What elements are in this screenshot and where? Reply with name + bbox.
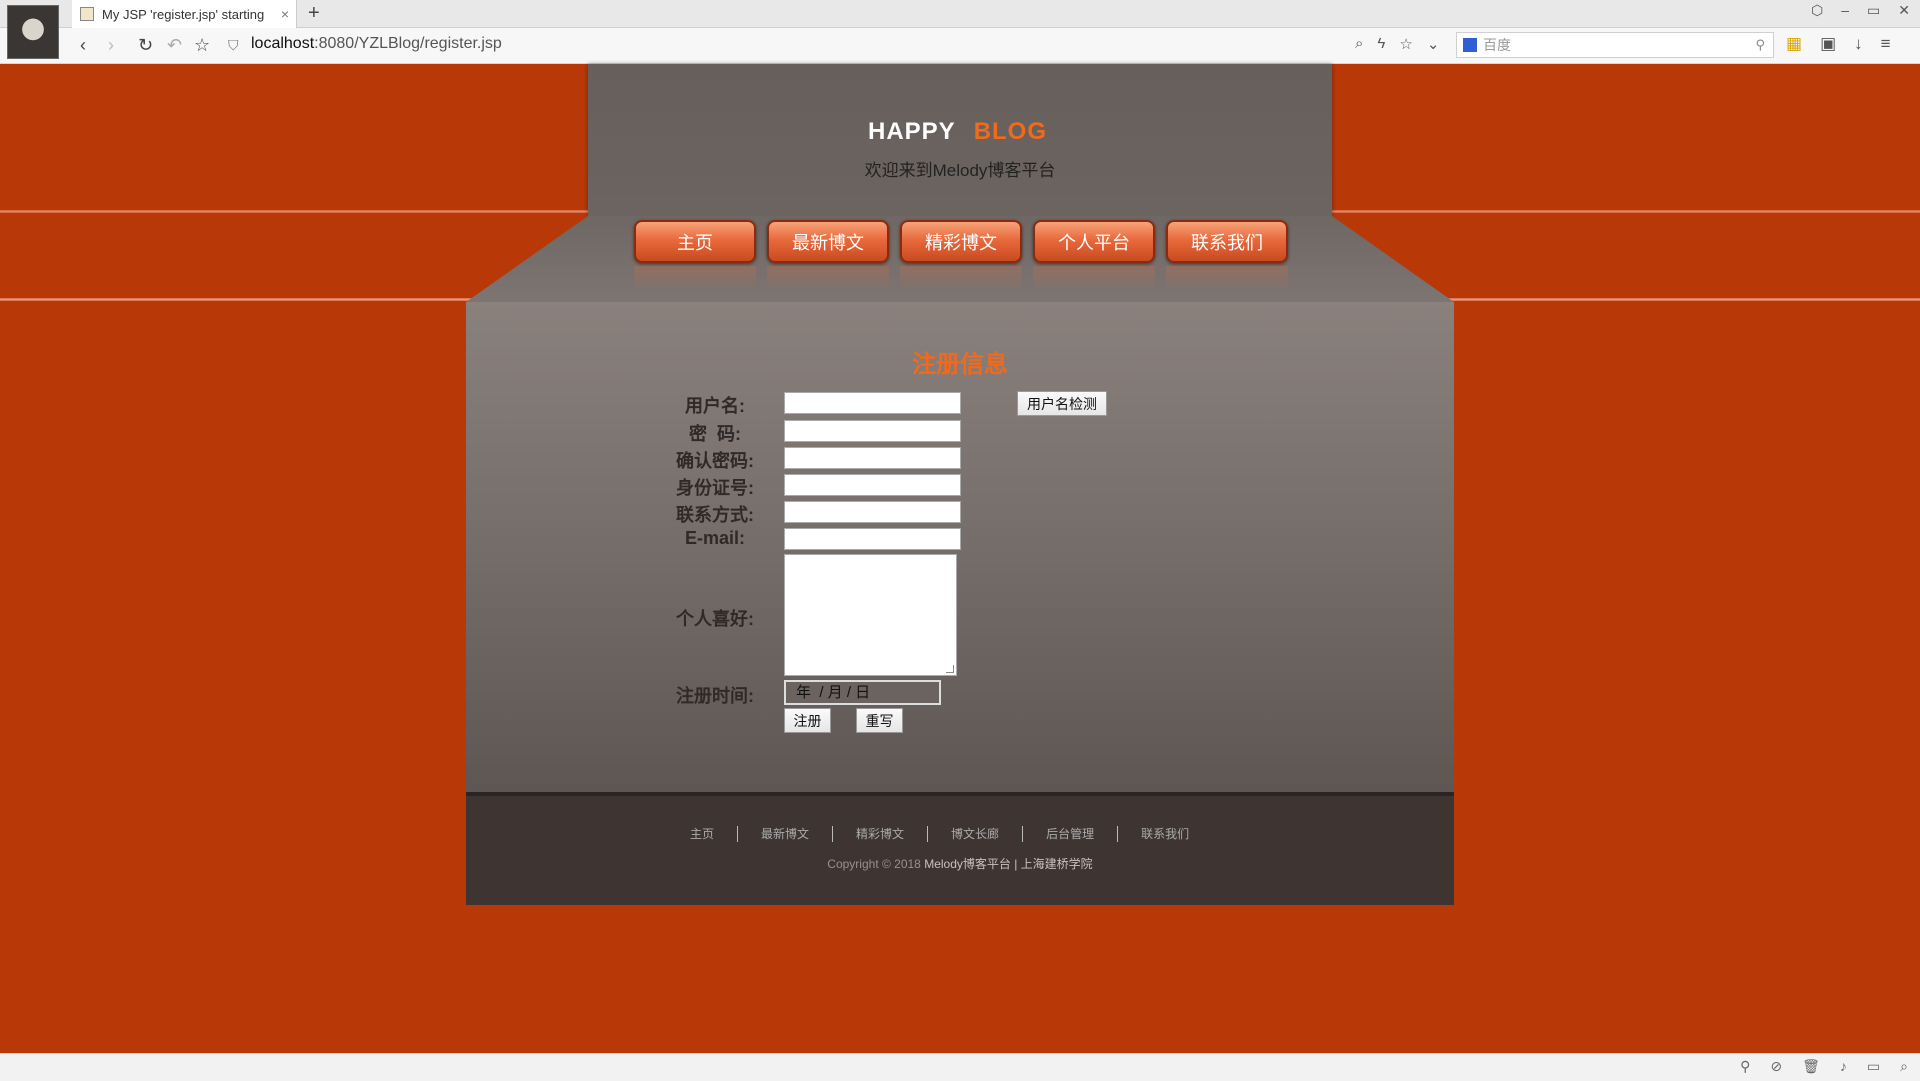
register-button[interactable]: 注册 xyxy=(784,708,831,733)
footer-link-gallery[interactable]: 博文长廊 xyxy=(951,825,999,842)
dropdown-icon[interactable]: ⌄ xyxy=(1427,35,1440,53)
shield-icon: ⛉ xyxy=(228,37,239,53)
lightning-icon[interactable]: ϟ xyxy=(1377,35,1385,53)
browser-toolbar: ‹ › ↻ ↶ ☆ ⛉ localhost:8080/YZLBlog/regis… xyxy=(0,28,1920,64)
speaker-icon[interactable]: ♪ xyxy=(1840,1058,1847,1075)
divider xyxy=(1117,825,1119,842)
shirt-icon[interactable]: ⬡ xyxy=(1811,2,1823,19)
footer-link-contact[interactable]: 联系我们 xyxy=(1141,825,1189,842)
divider xyxy=(1022,825,1024,842)
menu-item-featured[interactable]: 精彩博文 xyxy=(900,220,1022,263)
zoom-icon[interactable]: ⌕ xyxy=(1355,35,1363,53)
reflection xyxy=(1033,266,1155,292)
footer-link-featured[interactable]: 精彩博文 xyxy=(856,825,904,842)
reset-button[interactable]: 重写 xyxy=(856,708,903,733)
logo-blog: BLOG xyxy=(973,118,1048,145)
browser-status-bar: ⚲ ⊘ 🗑 ♪ ▭ ⌕ xyxy=(0,1053,1920,1081)
minimize-icon[interactable]: – xyxy=(1841,2,1849,19)
email-label: E-mail: xyxy=(684,528,745,548)
site-tagline: 欢迎来到Melody博客平台 xyxy=(864,161,1056,180)
menu-icon[interactable]: ≡ xyxy=(1881,34,1891,54)
toolbar-right-icons: ▦ ▣ ↓ ≡ xyxy=(1786,34,1891,54)
footer-link-latest[interactable]: 最新博文 xyxy=(761,825,809,842)
reflection xyxy=(900,266,1022,292)
copyright: Copyright © 2018 Melody博客平台 | 上海建桥学院 xyxy=(760,855,1160,872)
username-field[interactable] xyxy=(784,392,961,414)
search-icon[interactable]: ⚲ xyxy=(1755,37,1765,53)
close-tab-icon[interactable]: × xyxy=(274,6,296,22)
divider xyxy=(737,825,739,842)
confirm-password-label: 确认密码: xyxy=(676,451,754,471)
register-date-label: 注册时间: xyxy=(676,686,754,706)
logo-happy: HAPPY xyxy=(868,118,956,145)
menu-item-home[interactable]: 主页 xyxy=(634,220,756,263)
form-title: 注册信息 xyxy=(912,351,1008,378)
menu-item-latest[interactable]: 最新博文 xyxy=(767,220,889,263)
search-engine-icon[interactable] xyxy=(1463,38,1477,52)
menu-item-personal[interactable]: 个人平台 xyxy=(1033,220,1155,263)
block-icon[interactable]: ⊘ xyxy=(1770,1058,1782,1075)
contact-label: 联系方式: xyxy=(676,505,754,525)
apps-icon[interactable]: ▦ xyxy=(1786,34,1802,54)
footer-link-admin[interactable]: 后台管理 xyxy=(1046,825,1094,842)
page-footer xyxy=(466,792,1454,905)
divider xyxy=(832,825,834,842)
register-date-field[interactable]: 年 / 月 / 日 xyxy=(784,680,941,705)
hobby-label: 个人喜好: xyxy=(676,609,754,629)
user-avatar[interactable] xyxy=(7,5,59,59)
main-menu: 主页 最新博文 精彩博文 个人平台 联系我们 xyxy=(634,220,1288,263)
copyright-owner: Melody博客平台 | 上海建桥学院 xyxy=(924,857,1093,871)
new-tab-button[interactable]: + xyxy=(308,2,320,24)
divider xyxy=(927,825,929,842)
window-controls: ⬡ – ▭ ✕ xyxy=(1811,2,1910,19)
search-placeholder: 百度 xyxy=(1483,37,1511,53)
sidebar-icon[interactable]: ▣ xyxy=(1820,34,1836,54)
maximize-icon[interactable]: ▭ xyxy=(1867,2,1880,19)
site-logo: HAPPY BLOG xyxy=(868,118,1047,146)
undo-icon[interactable]: ↶ xyxy=(167,34,182,56)
window-icon[interactable]: ▭ xyxy=(1867,1058,1880,1075)
footer-links: 主页 最新博文 精彩博文 博文长廊 后台管理 联系我们 xyxy=(690,825,1189,842)
back-icon[interactable]: ‹ xyxy=(80,34,86,56)
check-username-button[interactable]: 用户名检测 xyxy=(1017,391,1107,416)
page-favicon-icon xyxy=(80,7,94,21)
reload-icon[interactable]: ↻ xyxy=(138,34,153,56)
status-icons: ⚲ ⊘ 🗑 ♪ ▭ ⌕ xyxy=(1740,1058,1908,1075)
star-outline-icon[interactable]: ☆ xyxy=(194,34,210,56)
username-label: 用户名: xyxy=(685,396,745,416)
reflection xyxy=(634,266,756,292)
reflection xyxy=(1166,266,1288,292)
confirm-password-field[interactable] xyxy=(784,447,961,469)
pin-icon[interactable]: ⚲ xyxy=(1740,1058,1750,1075)
browser-tab-bar: My JSP 'register.jsp' starting × + ⬡ – ▭… xyxy=(0,0,1920,28)
id-card-field[interactable] xyxy=(784,474,961,496)
menu-item-contact[interactable]: 联系我们 xyxy=(1166,220,1288,263)
bookmark-star-icon[interactable]: ☆ xyxy=(1399,35,1412,53)
url-path: :8080/YZLBlog/register.jsp xyxy=(314,35,502,52)
zoom-status-icon[interactable]: ⌕ xyxy=(1900,1058,1908,1075)
id-card-label: 身份证号: xyxy=(676,478,754,498)
hobby-textarea[interactable] xyxy=(784,554,957,676)
close-window-icon[interactable]: ✕ xyxy=(1898,2,1910,19)
download-icon[interactable]: ↓ xyxy=(1854,34,1863,54)
trash-icon[interactable]: 🗑 xyxy=(1802,1058,1820,1075)
address-bar-icons: ⌕ ϟ ☆ ⌄ xyxy=(1355,35,1439,53)
password-label: 密 码: xyxy=(689,424,741,444)
url-host: localhost xyxy=(251,35,315,52)
search-input[interactable]: 百度 ⚲ xyxy=(1456,32,1774,58)
footer-link-home[interactable]: 主页 xyxy=(690,825,714,842)
password-field[interactable] xyxy=(784,420,961,442)
copyright-prefix: Copyright © 2018 xyxy=(827,857,925,871)
browser-tab[interactable]: My JSP 'register.jsp' starting × xyxy=(72,0,297,28)
address-bar[interactable]: localhost:8080/YZLBlog/register.jsp xyxy=(251,35,502,53)
email-field[interactable] xyxy=(784,528,961,550)
forward-icon[interactable]: › xyxy=(108,34,114,56)
menu-reflection xyxy=(634,266,1288,292)
reflection xyxy=(767,266,889,292)
contact-field[interactable] xyxy=(784,501,961,523)
tab-title: My JSP 'register.jsp' starting xyxy=(102,6,265,22)
